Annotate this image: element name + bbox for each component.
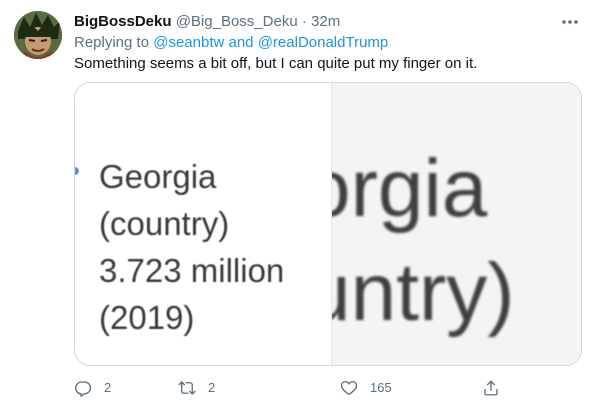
- image-text-line: 3.723 million: [99, 252, 285, 289]
- image-divider: [331, 83, 332, 365]
- image-text-line: (country): [99, 205, 230, 242]
- image-zoom-line: untry): [331, 247, 515, 338]
- reply-count: 2: [104, 380, 112, 395]
- mention-link[interactable]: @seanbtw: [153, 34, 224, 51]
- display-name[interactable]: BigBossDeku: [74, 13, 172, 30]
- image-left-panel: Georgia (country) 3.723 million (2019): [75, 83, 331, 365]
- tweet[interactable]: BigBossDeku @Big_Boss_Deku · 32m Replyin…: [0, 0, 598, 413]
- replying-to: Replying to @seanbtw and @realDonaldTrum…: [74, 33, 388, 53]
- reply-icon: [74, 381, 92, 397]
- tweet-header: BigBossDeku @Big_Boss_Deku · 32m: [74, 12, 340, 32]
- mention-joiner: and: [228, 34, 254, 51]
- image-marker: [75, 167, 79, 175]
- share-icon: [484, 380, 498, 396]
- like-count: 165: [370, 380, 392, 395]
- image-right-panel: orgia untry): [331, 83, 581, 365]
- tweet-actions: 2 2 165: [74, 376, 582, 400]
- replying-to-label: Replying to: [74, 34, 150, 51]
- retweet-count: 2: [208, 380, 216, 395]
- more-options-icon[interactable]: [560, 12, 580, 32]
- avatar[interactable]: [14, 11, 62, 59]
- retweet-button[interactable]: 2: [178, 376, 215, 400]
- heart-icon: [340, 380, 358, 396]
- image-right-text: orgia untry): [331, 137, 515, 345]
- user-handle[interactable]: @Big_Boss_Deku: [176, 13, 298, 30]
- image-zoom-line: orgia: [331, 143, 488, 234]
- retweet-icon: [178, 381, 196, 395]
- reply-button[interactable]: 2: [74, 376, 111, 400]
- mention-link[interactable]: @realDonaldTrump: [258, 34, 389, 51]
- image-left-text: Georgia (country) 3.723 million (2019): [99, 153, 284, 341]
- tweet-image[interactable]: Georgia (country) 3.723 million (2019) o…: [74, 82, 582, 366]
- image-text-line: Georgia: [99, 158, 217, 195]
- timestamp[interactable]: 32m: [311, 13, 340, 30]
- share-button[interactable]: [482, 376, 500, 400]
- separator-dot: ·: [301, 13, 307, 30]
- image-text-line: (2019): [99, 299, 195, 336]
- tweet-text: Something seems a bit off, but I can qui…: [74, 55, 478, 72]
- like-button[interactable]: 165: [340, 376, 392, 400]
